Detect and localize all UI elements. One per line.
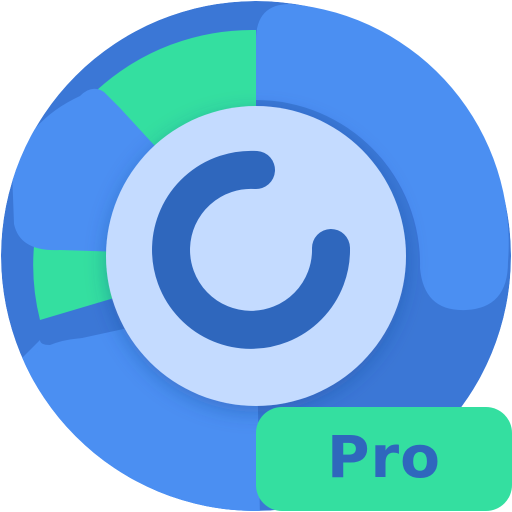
pro-badge: Pro <box>256 407 512 511</box>
pro-badge-label: Pro <box>327 423 441 491</box>
app-icon: Pro <box>0 0 512 512</box>
